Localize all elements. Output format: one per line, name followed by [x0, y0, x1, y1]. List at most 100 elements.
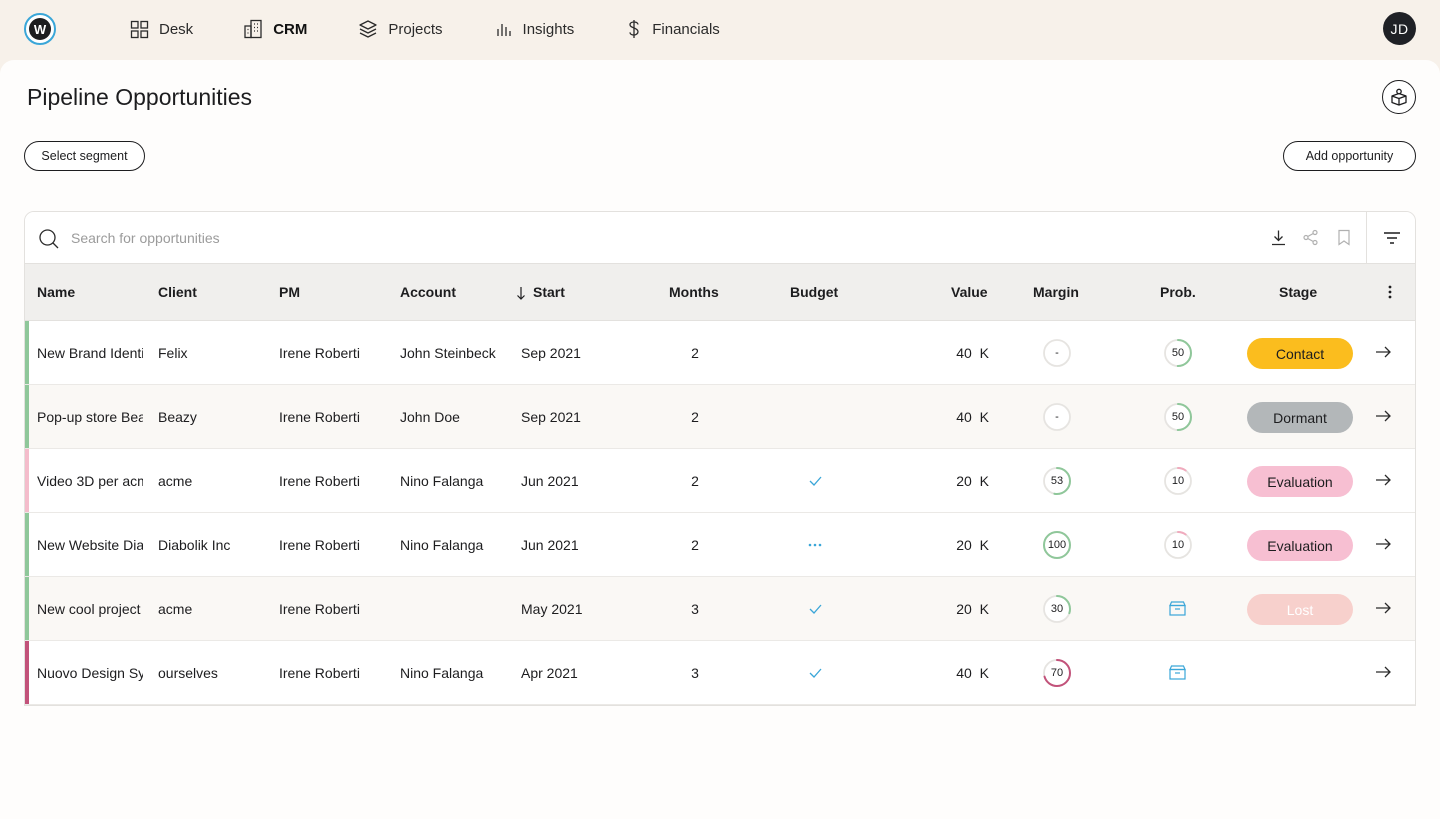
- margin-ring-value: 30: [1050, 603, 1064, 615]
- table-body: New Brand Identity Felix Irene Roberti John…: [25, 321, 1415, 705]
- open-row-arrow-icon[interactable]: [1375, 345, 1391, 363]
- open-row-arrow-icon[interactable]: [1375, 537, 1391, 555]
- margin-ring-value: 53: [1050, 475, 1064, 487]
- table-row[interactable]: Pop-up store Beazy Beazy Irene Roberti John…: [25, 385, 1415, 449]
- search-input[interactable]: [71, 226, 671, 250]
- budget-check-icon: [803, 599, 827, 619]
- opportunities-table: Name Client PM Account Start Months Budg…: [24, 211, 1416, 706]
- cell-client: ourselves: [158, 665, 218, 681]
- probability-ring: 50: [1163, 402, 1193, 432]
- budget-check-icon: [803, 663, 827, 683]
- row-status-accent: [25, 577, 29, 640]
- add-opportunity-button[interactable]: Add opportunity: [1283, 141, 1416, 171]
- probability-ring-value: 10: [1171, 539, 1185, 551]
- margin-ring: 53: [1042, 466, 1072, 496]
- table-row[interactable]: New Website Diabolik Diabolik Inc Irene Ro…: [25, 513, 1415, 577]
- open-row-arrow-icon[interactable]: [1375, 409, 1391, 427]
- table-row[interactable]: New cool project acme Irene Roberti May 202…: [25, 577, 1415, 641]
- more-vertical-icon[interactable]: [1388, 285, 1392, 299]
- cell-months: 3: [691, 665, 699, 681]
- margin-ring: -: [1042, 338, 1072, 368]
- filter-icon: [1384, 232, 1400, 244]
- cell-client: Beazy: [158, 409, 197, 425]
- margin-ring-value: 70: [1050, 667, 1064, 679]
- open-row-arrow-icon[interactable]: [1375, 665, 1391, 683]
- column-header-name[interactable]: Name: [37, 284, 75, 300]
- table-row[interactable]: New Brand Identity Felix Irene Roberti John…: [25, 321, 1415, 385]
- stage-badge[interactable]: Contact: [1247, 338, 1353, 369]
- probability-ring-value: 50: [1171, 347, 1185, 359]
- cell-months: 3: [691, 601, 699, 617]
- nav-label-crm: CRM: [273, 20, 308, 38]
- column-header-budget[interactable]: Budget: [790, 284, 838, 300]
- building-icon: [244, 19, 262, 39]
- table-row[interactable]: Video 3D per acme acme Irene Roberti Nino F…: [25, 449, 1415, 513]
- column-header-account[interactable]: Account: [400, 284, 456, 300]
- cell-months: 2: [691, 345, 699, 361]
- box-person-icon: [1391, 88, 1407, 106]
- open-row-arrow-icon[interactable]: [1375, 601, 1391, 619]
- user-avatar[interactable]: JD: [1383, 12, 1416, 45]
- cell-value: 40 K: [956, 665, 989, 681]
- cell-months: 2: [691, 473, 699, 489]
- cell-name: New cool project: [37, 601, 141, 617]
- nav-item-projects[interactable]: Projects: [358, 17, 443, 41]
- select-segment-button[interactable]: Select segment: [24, 141, 145, 171]
- column-header-months[interactable]: Months: [669, 284, 719, 300]
- column-header-prob[interactable]: Prob.: [1160, 284, 1196, 300]
- open-row-arrow-icon[interactable]: [1375, 473, 1391, 491]
- cell-client: acme: [158, 473, 193, 489]
- probability-ring-value: 10: [1171, 475, 1185, 487]
- archive-icon[interactable]: [1169, 665, 1186, 685]
- nav-item-desk[interactable]: Desk: [130, 17, 193, 41]
- cell-start: Sep 2021: [521, 345, 581, 361]
- row-status-accent: [25, 641, 29, 704]
- table-header: Name Client PM Account Start Months Budg…: [25, 264, 1415, 321]
- nav-label-insights: Insights: [522, 20, 575, 38]
- table-row[interactable]: Nuovo Design System ourselves Irene Robert…: [25, 641, 1415, 705]
- bar-chart-icon: [496, 24, 511, 36]
- stage-badge[interactable]: Lost: [1247, 594, 1353, 625]
- stage-badge[interactable]: Evaluation: [1247, 466, 1353, 497]
- archive-icon[interactable]: [1169, 601, 1186, 621]
- cell-pm: Irene Roberti: [279, 537, 360, 553]
- stage-badge[interactable]: Evaluation: [1247, 530, 1353, 561]
- sort-down-icon[interactable]: [516, 286, 526, 300]
- column-header-stage[interactable]: Stage: [1279, 284, 1317, 300]
- app-logo[interactable]: W: [24, 13, 56, 45]
- margin-ring: 100: [1042, 530, 1072, 560]
- cell-months: 2: [691, 409, 699, 425]
- cell-pm: Irene Roberti: [279, 473, 360, 489]
- cell-account: Nino Falanga: [400, 473, 484, 489]
- top-navigation: W Desk CRM Projects Insights Financials …: [0, 0, 1440, 60]
- main-nav: Desk CRM Projects Insights Financials: [130, 17, 720, 41]
- search-icon: [39, 229, 59, 249]
- cell-value: 20 K: [956, 601, 989, 617]
- column-header-value[interactable]: Value: [951, 284, 988, 300]
- bookmark-icon[interactable]: [1336, 229, 1352, 246]
- nav-item-crm[interactable]: CRM: [243, 17, 307, 41]
- stage-badge[interactable]: Dormant: [1247, 402, 1353, 433]
- nav-item-insights[interactable]: Insights: [495, 17, 575, 41]
- budget-pending-icon: [803, 535, 827, 555]
- cell-months: 2: [691, 537, 699, 553]
- nav-item-financials[interactable]: Financials: [626, 17, 720, 41]
- download-icon[interactable]: [1270, 229, 1287, 246]
- row-status-accent: [25, 385, 29, 448]
- filter-button[interactable]: [1366, 212, 1415, 264]
- cell-name: New Website Diabolik: [37, 537, 143, 553]
- margin-ring: 70: [1042, 658, 1072, 688]
- box-button[interactable]: [1382, 80, 1416, 114]
- column-header-start[interactable]: Start: [533, 284, 565, 300]
- probability-ring: 10: [1163, 530, 1193, 560]
- share-icon[interactable]: [1302, 229, 1319, 246]
- margin-ring: 30: [1042, 594, 1072, 624]
- cell-pm: Irene Roberti: [279, 601, 360, 617]
- nav-label-projects: Projects: [388, 20, 443, 38]
- column-header-pm[interactable]: PM: [279, 284, 300, 300]
- main-panel: Pipeline Opportunities Select segment Ad…: [0, 60, 1440, 819]
- column-header-margin[interactable]: Margin: [1033, 284, 1079, 300]
- table-toolbar: [25, 212, 1415, 264]
- cell-value: 40 K: [956, 345, 989, 361]
- column-header-client[interactable]: Client: [158, 284, 197, 300]
